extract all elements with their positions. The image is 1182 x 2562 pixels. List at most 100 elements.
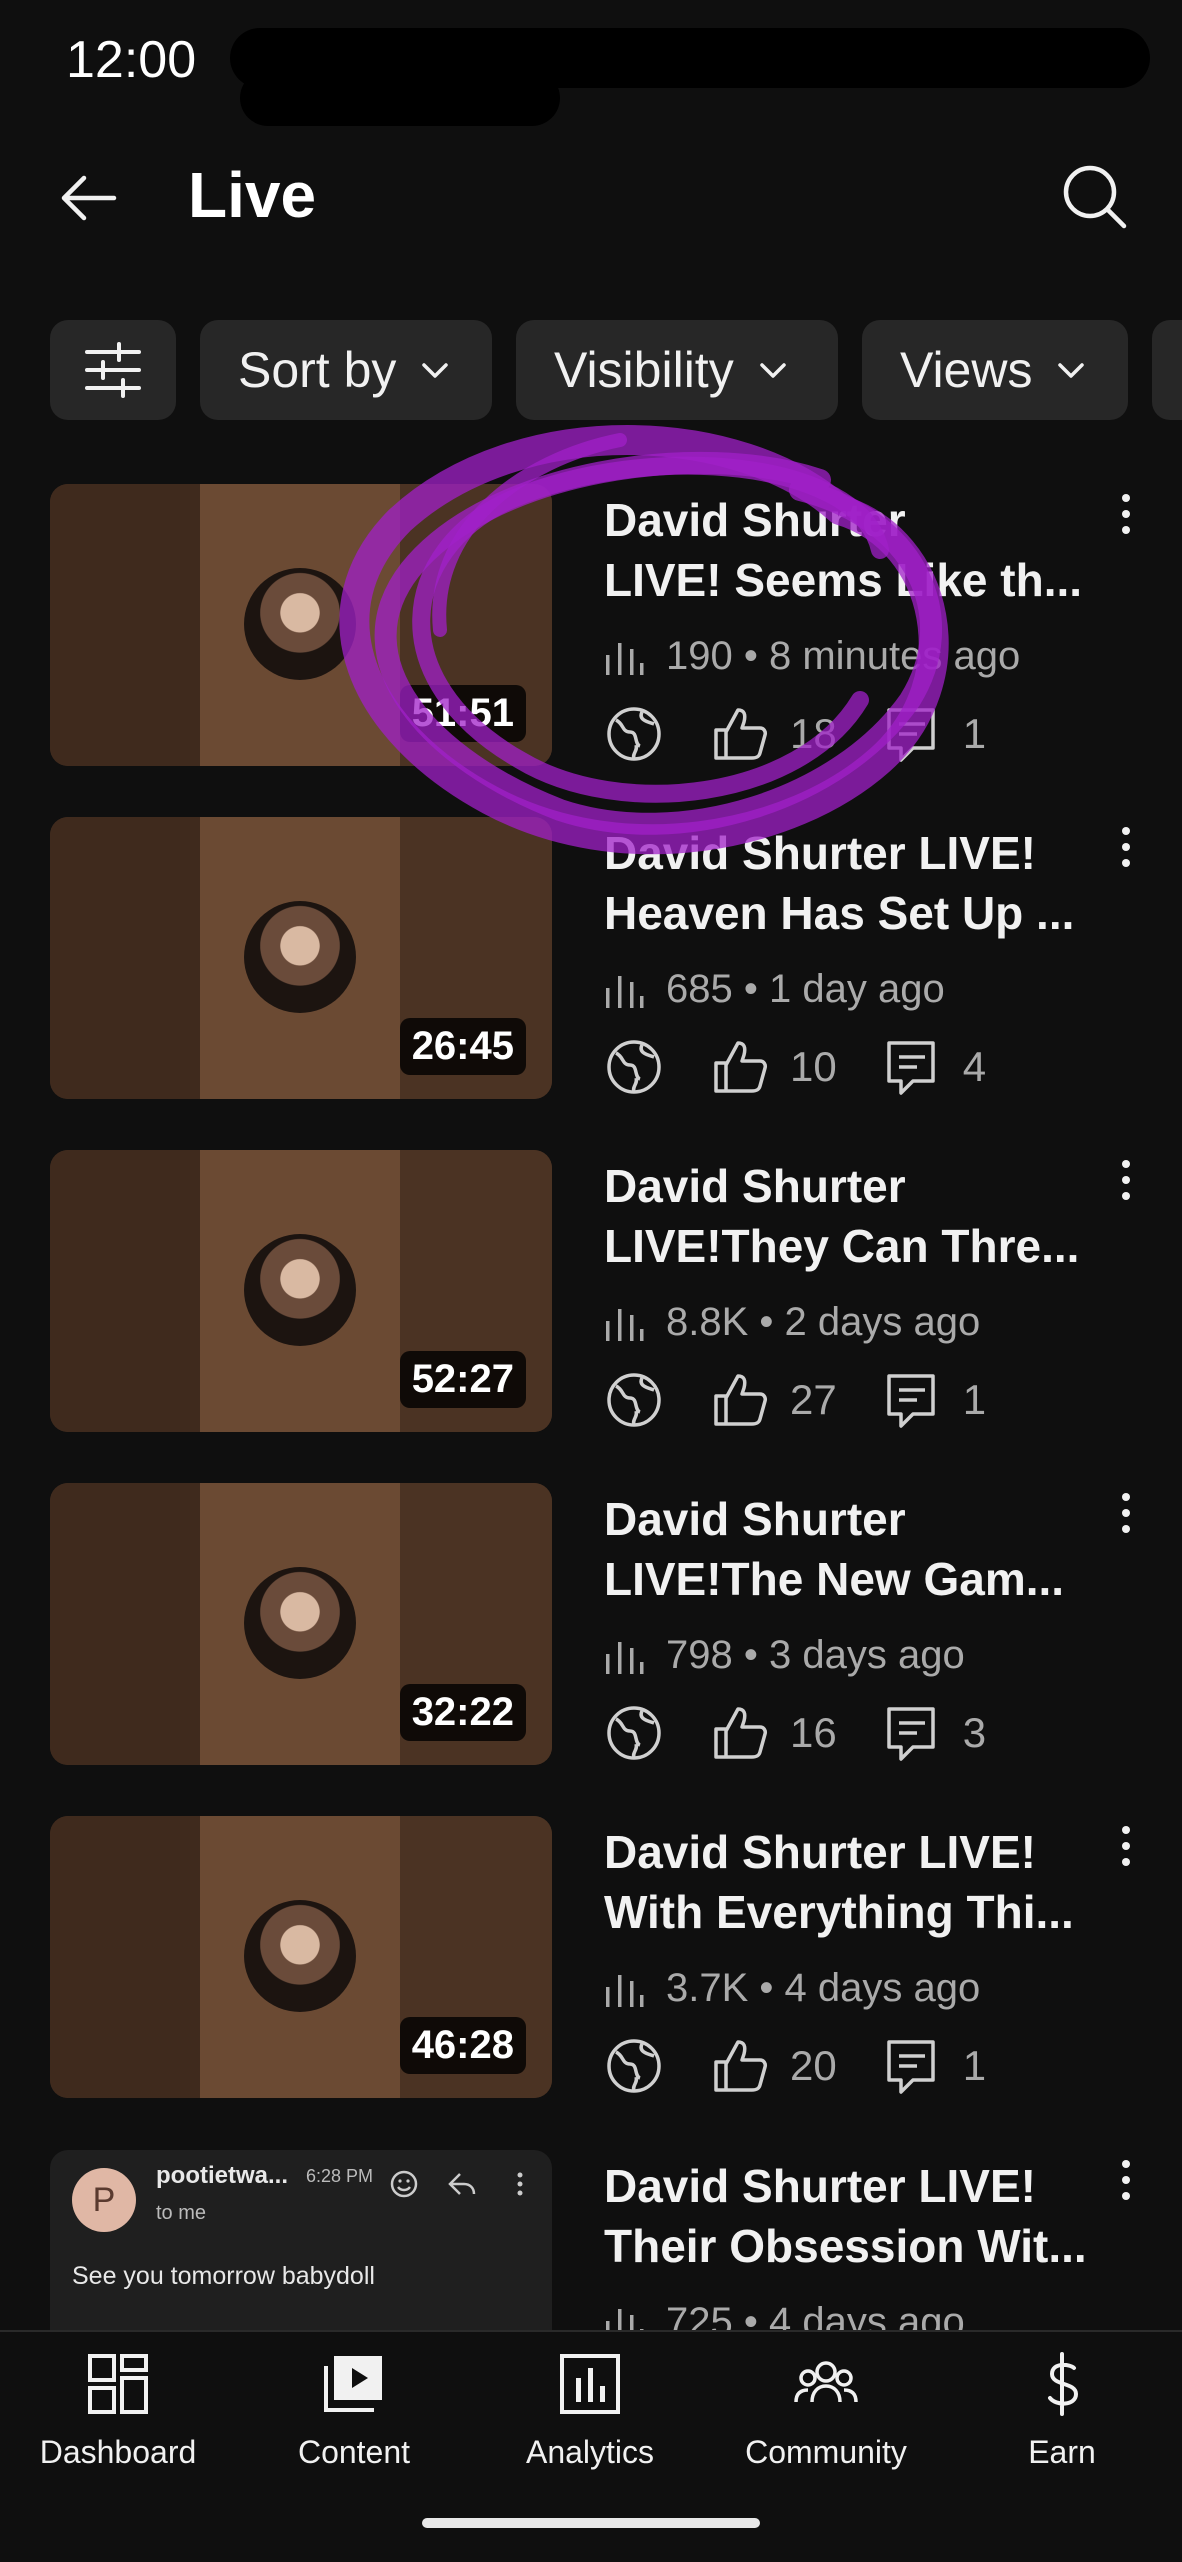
emoji-icon[interactable] [388, 2168, 420, 2200]
globe-public-icon [607, 2039, 661, 2093]
thumbnail-bg [50, 817, 200, 1099]
more-vert-icon[interactable] [1114, 2156, 1138, 2206]
thumbs-up-icon [714, 2040, 767, 2092]
status-time: 12:00 [66, 31, 197, 89]
meta-separator: • [732, 1633, 769, 1677]
video-title-line2: LIVE! Seems Like th... [604, 554, 1083, 606]
home-indicator-bar[interactable] [422, 2518, 760, 2528]
thumbnail-bg [50, 484, 200, 766]
views-chip[interactable]: Views [862, 320, 1128, 420]
more-vert-icon[interactable] [1114, 1822, 1138, 1872]
back-arrow-icon[interactable] [56, 166, 120, 230]
nav-content[interactable]: Content [236, 2352, 472, 2492]
video-title-line2: With Everything Thi... [604, 1886, 1074, 1938]
view-count: 190 [666, 634, 733, 678]
dashboard-icon [88, 2354, 148, 2414]
filter-sliders-icon [85, 342, 141, 398]
likes-count: 18 [790, 710, 837, 757]
nav-community[interactable]: Community [708, 2352, 944, 2492]
community-people-icon [794, 2361, 858, 2403]
comment-icon [886, 2040, 935, 2094]
visibility-chip[interactable]: Visibility [516, 320, 838, 420]
video-row[interactable]: 51:51 David Shurter LIVE! Seems Like th.… [0, 484, 1182, 784]
video-title-line2: Heaven Has Set Up ... [604, 887, 1075, 939]
thumbs-up-icon [714, 708, 767, 760]
chevron-down-icon [1058, 363, 1085, 378]
nav-dashboard[interactable]: Dashboard [0, 2352, 236, 2492]
video-row[interactable]: 52:27 David Shurter LIVE!They Can Thre..… [0, 1150, 1182, 1450]
filter-chips: Sort by Visibility Views [0, 320, 1182, 420]
comment-icon [886, 1041, 935, 1095]
video-duration: 51:51 [399, 685, 526, 742]
filter-settings-chip[interactable] [50, 320, 176, 420]
upload-age: 3 days ago [768, 1633, 965, 1677]
nav-earn[interactable]: Earn [944, 2352, 1180, 2492]
video-title[interactable]: David Shurter LIVE! Seems Like th... [604, 490, 1104, 610]
video-thumbnail[interactable]: 51:51 [50, 484, 552, 766]
comments-count: 3 [962, 1709, 987, 1756]
comment-icon [886, 1374, 935, 1428]
video-title[interactable]: David Shurter LIVE!They Can Thre... [604, 1156, 1104, 1276]
comment-icon [886, 1707, 935, 1761]
view-count: 798 [666, 1633, 733, 1677]
view-count: 3.7K [666, 1966, 749, 2010]
globe-public-icon [607, 1040, 661, 1094]
channel-avatar [244, 901, 356, 1013]
video-row[interactable]: 46:28 David Shurter LIVE! With Everythin… [0, 1816, 1182, 2116]
reply-icon[interactable] [446, 2168, 478, 2200]
more-vert-icon[interactable] [1114, 1156, 1138, 1206]
video-meta: 685 • 1 day ago [604, 967, 945, 1012]
more-chip-partial[interactable] [1152, 320, 1182, 420]
sort-by-chip[interactable]: Sort by [200, 320, 492, 420]
video-thumbnail[interactable]: 52:27 [50, 1150, 552, 1432]
video-title-line1: David Shurter [604, 1493, 906, 1545]
likes-count: 10 [790, 1043, 837, 1090]
search-icon[interactable] [1058, 160, 1130, 232]
channel-avatar [244, 1234, 356, 1346]
visibility-label: Visibility [554, 342, 734, 398]
video-title-line2: LIVE!They Can Thre... [604, 1220, 1080, 1272]
views-bar-icon [606, 975, 644, 1008]
video-row[interactable]: 26:45 David Shurter LIVE! Heaven Has Set… [0, 817, 1182, 1117]
upload-age: 8 minutes ago [768, 634, 1021, 678]
view-count: 685 [666, 967, 733, 1011]
video-row[interactable]: 32:22 David Shurter LIVE!The New Gam... … [0, 1483, 1182, 1783]
views-bar-icon [606, 1974, 644, 2007]
comments-count: 1 [962, 1376, 987, 1423]
app-header: Live [0, 140, 1182, 260]
video-thumbnail[interactable]: 46:28 [50, 1816, 552, 2098]
video-stats: 27 1 [604, 1370, 1032, 1430]
chevron-down-icon [759, 363, 786, 378]
thumbnail-bg [50, 1483, 200, 1765]
nav-dashboard-label: Dashboard [39, 2434, 197, 2470]
nav-analytics[interactable]: Analytics [472, 2352, 708, 2492]
email-notification-overlay[interactable]: P pootietwa... 6:28 PM to me See you tom… [50, 2150, 552, 2350]
comments-count: 1 [962, 710, 987, 757]
video-stats: 10 4 [604, 1037, 1032, 1097]
video-thumbnail[interactable]: 32:22 [50, 1483, 552, 1765]
more-vert-icon[interactable] [1114, 490, 1138, 540]
more-vert-icon[interactable] [504, 2168, 536, 2200]
video-title[interactable]: David Shurter LIVE! With Everything Thi.… [604, 1822, 1104, 1942]
video-thumbnail[interactable]: 26:45 [50, 817, 552, 1099]
views-bar-icon [606, 1641, 644, 1674]
video-title-line1: David Shurter LIVE! [604, 1826, 1036, 1878]
content-play-icon [324, 2356, 382, 2412]
email-time: 6:28 PM [306, 2166, 374, 2186]
channel-avatar [244, 1567, 356, 1679]
nav-earn-label: Earn [1028, 2434, 1096, 2470]
video-stats: 20 1 [604, 2036, 1032, 2096]
email-body: See you tomorrow babydoll [72, 2262, 375, 2290]
views-bar-icon [606, 1308, 644, 1341]
video-title[interactable]: David Shurter LIVE!The New Gam... [604, 1489, 1104, 1609]
video-duration: 32:22 [399, 1684, 526, 1741]
video-title[interactable]: David Shurter LIVE! Heaven Has Set Up ..… [604, 823, 1104, 943]
more-vert-icon[interactable] [1114, 1489, 1138, 1539]
video-meta: 190 • 8 minutes ago [604, 634, 1020, 679]
video-duration: 52:27 [399, 1351, 526, 1408]
video-title[interactable]: David Shurter LIVE! Their Obsession Wit.… [604, 2156, 1104, 2276]
email-sender: pootietwa... [156, 2162, 288, 2189]
more-vert-icon[interactable] [1114, 823, 1138, 873]
video-duration: 46:28 [399, 2017, 526, 2074]
nav-analytics-label: Analytics [525, 2434, 655, 2470]
